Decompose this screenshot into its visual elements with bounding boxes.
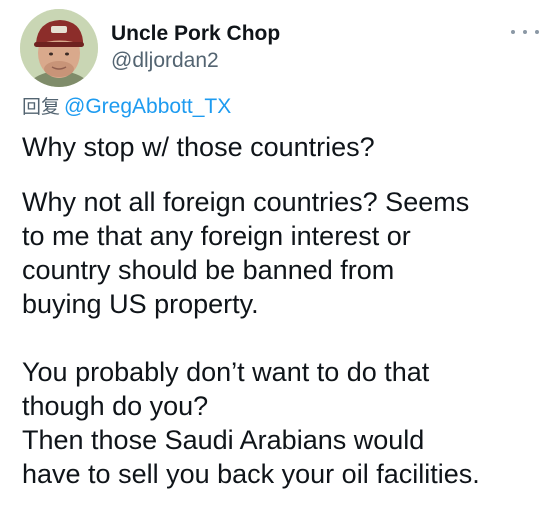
more-horizontal-icon[interactable]	[511, 25, 539, 39]
tweet-card: Uncle Pork Chop @dljordan2 回复 @GregAbbott…	[0, 0, 553, 511]
user-handle[interactable]: @dljordan2	[111, 48, 219, 74]
tweet-paragraph: Why not all foreign countries? Seems to …	[22, 187, 470, 319]
tweet-paragraph: You probably don’t want to do that thoug…	[22, 357, 480, 489]
display-name[interactable]: Uncle Pork Chop	[111, 21, 280, 47]
avatar[interactable]	[20, 9, 98, 87]
reply-context: 回复 @GregAbbott_TX	[22, 94, 231, 120]
more-dot	[523, 30, 527, 34]
avatar-image	[20, 9, 98, 87]
tweet-paragraph: Why stop w/ those countries?	[22, 132, 375, 162]
more-dot	[511, 30, 515, 34]
reply-label: 回复	[22, 96, 61, 118]
more-dot	[535, 30, 539, 34]
reply-mention-link[interactable]: @GregAbbott_TX	[64, 95, 231, 118]
